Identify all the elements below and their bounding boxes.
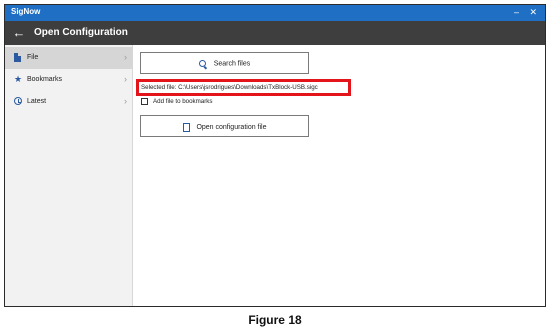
clock-icon — [14, 97, 23, 107]
sidebar-item-label: File — [27, 54, 39, 61]
star-icon: ★ — [14, 74, 23, 84]
search-files-button[interactable]: Search files — [140, 52, 309, 74]
close-button[interactable]: ✕ — [529, 6, 537, 18]
sidebar-item-file[interactable]: File › — [5, 47, 133, 69]
add-bookmark-checkbox[interactable] — [141, 98, 148, 105]
open-configuration-button[interactable]: Open configuration file — [140, 115, 309, 137]
sidebar: File › ★ Bookmarks › Latest › — [5, 45, 133, 306]
page-header: ← Open Configuration — [5, 21, 545, 45]
sidebar-item-bookmarks[interactable]: ★ Bookmarks › — [5, 69, 133, 91]
document-icon — [182, 123, 190, 132]
add-bookmark-label[interactable]: Add file to bookmarks — [153, 98, 213, 105]
chevron-right-icon: › — [124, 52, 127, 62]
open-configuration-label: Open configuration file — [196, 124, 267, 131]
chevron-right-icon: › — [124, 74, 127, 84]
chevron-right-icon: › — [124, 96, 127, 106]
title-bar: SigNow – ✕ — [5, 5, 545, 21]
figure-caption: Figure 18 — [248, 313, 302, 327]
app-name: SigNow — [11, 7, 41, 16]
search-icon — [198, 60, 207, 68]
selected-file-text: Selected file: C:\Users\jsrodrigues\Down… — [141, 84, 318, 91]
sidebar-item-label: Latest — [27, 98, 47, 105]
arrow-left-icon[interactable]: ← — [12, 25, 26, 41]
sidebar-item-latest[interactable]: Latest › — [5, 91, 133, 113]
minimize-button[interactable]: – — [514, 6, 519, 18]
search-files-label: Search files — [213, 60, 251, 68]
app-window: SigNow – ✕ ← Open Configuration File › ★… — [4, 4, 546, 307]
page-title: Open Configuration — [34, 27, 128, 38]
file-icon — [14, 53, 23, 63]
sidebar-item-label: Bookmarks — [27, 76, 63, 83]
